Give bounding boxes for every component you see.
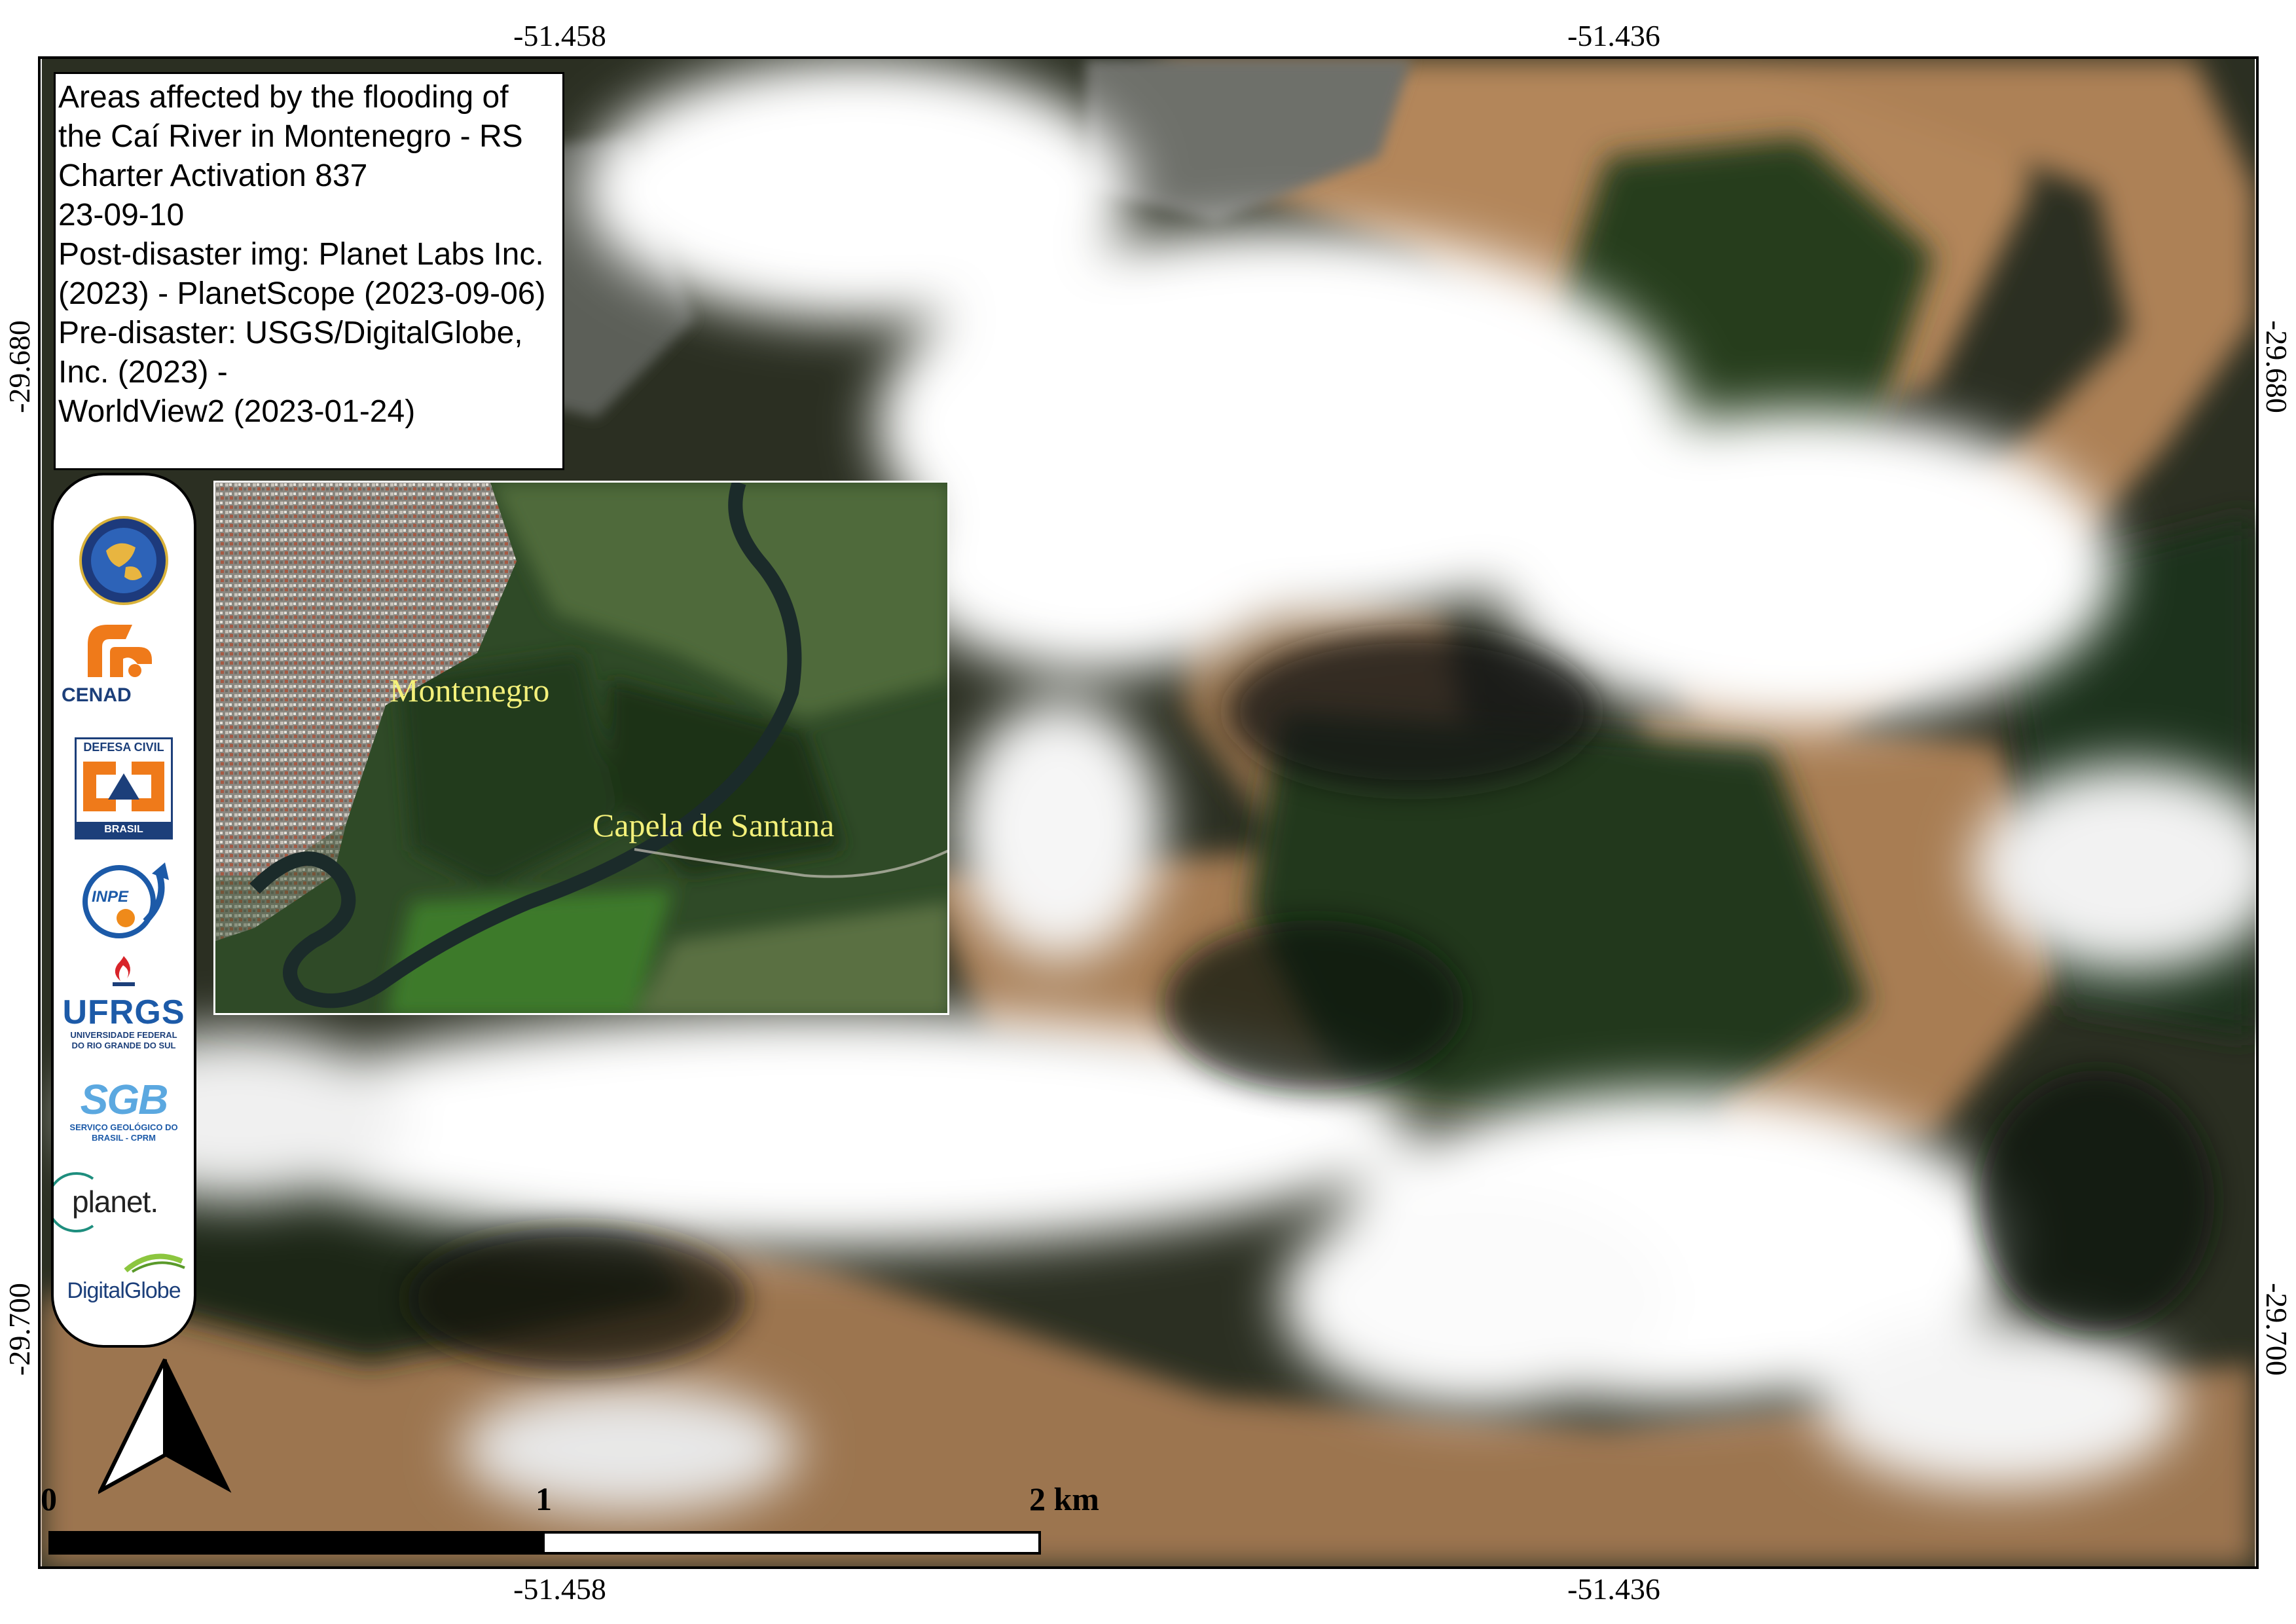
digitalglobe-swoosh-icon [124,1253,185,1273]
ufrgs-logo-text: UFRGS [62,993,185,1031]
sgb-logo-subtext: SERVIÇO GEOLÓGICO DO BRASIL - CPRM [69,1122,178,1143]
planet-logo: planet. [54,1170,194,1235]
cenad-logo: CENAD [54,618,194,716]
longitude-label-top-2: -51.436 [1567,19,1660,52]
latitude-label-right-2: -29.700 [2260,1283,2293,1376]
info-line-title-2: the Caí River in Montenegro - RS [58,119,523,154]
inpe-logo-text: INPE [92,888,129,906]
sgb-logo-text: SGB [80,1076,169,1123]
info-line-post-disaster-1: Post-disaster img: Planet Labs Inc. [58,237,544,272]
pre-disaster-inset-map[interactable]: Montenegro Capela de Santana [213,481,949,1015]
scale-label-1: 1 [536,1481,552,1517]
digitalglobe-logo: DigitalGlobe [54,1248,194,1314]
latitude-label-right-1: -29.680 [2260,320,2293,413]
ufrgs-logo-subtext: UNIVERSIDADE FEDERAL DO RIO GRANDE DO SU… [70,1030,177,1050]
cenad-logo-text: CENAD [62,684,132,706]
cenad-emblem-icon [88,625,152,677]
info-line-post-disaster-2: (2023) - PlanetScope (2023-09-06) [58,276,546,311]
sgb-logo: SGB SERVIÇO GEOLÓGICO DO BRASIL - CPRM [54,1077,194,1158]
info-line-title-1: Areas affected by the flooding of [58,80,509,115]
info-line-pre-disaster-3: WorldView2 (2023-01-24) [58,394,416,429]
longitude-label-top-1: -51.458 [513,19,606,52]
scale-label-0: 0 [41,1481,57,1517]
scale-label-2-km: 2 km [1029,1481,1099,1517]
latitude-label-left-2: -29.700 [3,1283,36,1376]
ufrgs-logo: UFRGS UNIVERSIDADE FEDERAL DO RIO GRANDE… [54,952,194,1062]
longitude-label-bottom-1: -51.458 [513,1572,606,1606]
info-line-pre-disaster-1: Pre-disaster: USGS/DigitalGlobe, [58,316,523,350]
partner-logos-panel: CENAD DEFESA CIVIL BRASIL INPE UFRGS UNI… [51,473,196,1348]
defesa-civil-logo: DEFESA CIVIL BRASIL [54,737,194,842]
digitalglobe-logo-text: DigitalGlobe [67,1278,181,1303]
info-line-activation: Charter Activation 837 [58,158,368,193]
place-label-capela-de-santana: Capela de Santana [592,807,835,843]
info-line-pre-disaster-2: Inc. (2023) - [58,355,228,390]
latitude-label-left-1: -29.680 [3,320,36,413]
defesa-civil-emblem-icon [83,762,164,811]
scale-bar-black-segment [51,1534,545,1552]
international-charter-logo [54,515,194,606]
scale-bar [48,1531,1041,1555]
inset-satellite-image [215,483,947,1013]
defesa-civil-logo-subtext: BRASIL [77,822,171,838]
longitude-label-bottom-2: -51.436 [1567,1572,1660,1606]
place-label-montenegro: Montenegro [390,672,550,709]
map-info-box: Areas affected by the flooding of the Ca… [54,72,564,470]
info-line-date: 23-09-10 [58,198,185,232]
inpe-logo: INPE [54,859,194,944]
ufrgs-flame-icon [113,956,135,986]
planet-logo-text: planet. [72,1185,158,1219]
north-arrow-icon [96,1358,232,1496]
north-arrow [96,1357,232,1498]
defesa-civil-logo-text: DEFESA CIVIL [77,739,171,755]
